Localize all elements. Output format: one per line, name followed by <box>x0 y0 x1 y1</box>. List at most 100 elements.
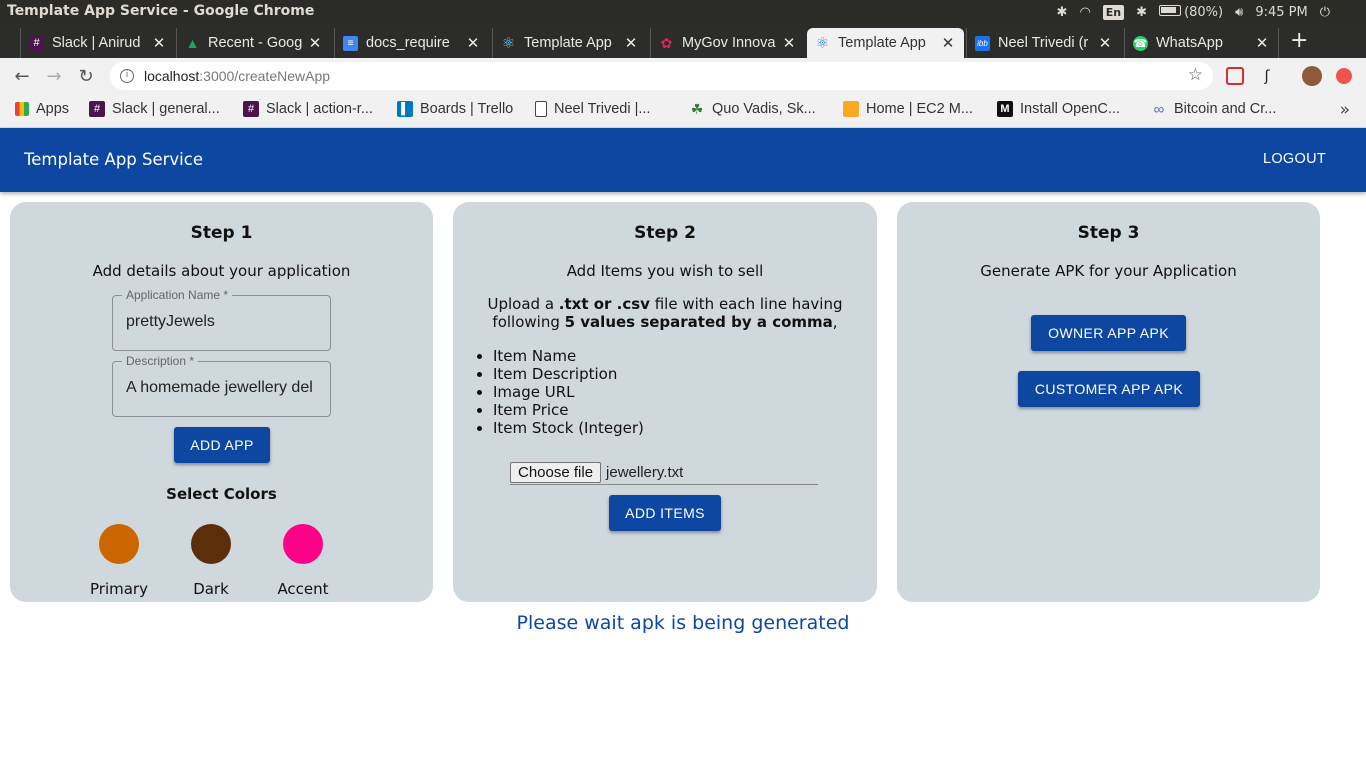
description-field[interactable]: Description * A homemade jewellery del <box>112 354 331 417</box>
battery-percentage: (80%) <box>1184 4 1224 20</box>
bookmark-trello[interactable]: ▌ Boards | Trello <box>397 101 513 117</box>
bookmark-slack-action[interactable]: # Slack | action-r... <box>243 101 373 117</box>
bookmark-ec2[interactable]: Home | EC2 M... <box>843 101 973 117</box>
choose-file-button[interactable]: Choose file <box>510 461 602 483</box>
application-name-label: Application Name * <box>122 288 233 302</box>
primary-color-label: Primary <box>90 580 148 598</box>
close-icon[interactable]: ✕ <box>305 34 325 52</box>
tab-title: Template App <box>524 35 612 51</box>
list-item: Item Description <box>493 365 644 383</box>
bookmark-label: Install OpenC... <box>1020 101 1120 117</box>
info-icon[interactable]: i <box>120 69 134 83</box>
owner-app-apk-button[interactable]: OWNER APP APK <box>1031 315 1186 351</box>
bookmark-label: Apps <box>36 101 70 117</box>
slack-icon: # <box>89 101 105 117</box>
language-indicator[interactable]: En <box>1102 4 1125 20</box>
wifi-icon[interactable]: ◠ <box>1079 5 1090 20</box>
bookmark-label: Home | EC2 M... <box>866 101 973 117</box>
os-title-bar: Template App Service - Google Chrome ✱ ◠… <box>0 0 1366 24</box>
mygov-icon: ✿ <box>660 34 673 51</box>
bookmark-slack-general[interactable]: # Slack | general... <box>89 101 220 117</box>
close-icon[interactable]: ✕ <box>938 34 958 52</box>
google-drive-icon: ▲ <box>185 35 200 51</box>
bookmark-star-icon[interactable]: ☆ <box>1188 65 1203 85</box>
aws-icon <box>843 101 859 117</box>
close-icon[interactable]: ✕ <box>1095 34 1115 52</box>
logout-button[interactable]: LOGOUT <box>1263 151 1326 167</box>
slack-icon: # <box>243 101 259 117</box>
url-text[interactable]: localhost:3000/createNewApp <box>144 68 330 84</box>
close-icon[interactable]: ✕ <box>779 34 799 52</box>
application-name-input[interactable]: prettyJewels <box>126 313 322 331</box>
extension-script-icon[interactable]: ʃ <box>1258 67 1276 85</box>
power-icon[interactable]: ⏻ <box>1320 5 1330 20</box>
avatar[interactable] <box>1302 66 1322 86</box>
add-items-button[interactable]: ADD ITEMS <box>609 495 721 531</box>
battery-indicator[interactable]: (80%) <box>1159 4 1224 20</box>
add-app-button[interactable]: ADD APP <box>174 427 270 463</box>
close-icon[interactable]: ✕ <box>149 34 169 52</box>
close-icon[interactable]: ✕ <box>621 34 641 52</box>
back-arrow-icon[interactable]: ← <box>10 64 34 88</box>
tab-google-drive[interactable]: ▲ Recent - Goog ✕ <box>176 28 331 58</box>
tab-whatsapp[interactable]: ☎ WhatsApp ✕ <box>1124 28 1279 58</box>
forward-arrow-icon[interactable]: → <box>42 64 66 88</box>
bookmark-label: Slack | general... <box>112 101 220 117</box>
extension-red-icon[interactable] <box>1226 67 1244 85</box>
status-message: Please wait apk is being generated <box>516 612 850 634</box>
page-icon <box>535 101 547 117</box>
dark-color-swatch[interactable] <box>191 524 231 564</box>
bookmark-label: Neel Trivedi |... <box>554 101 651 117</box>
bookmark-install-opencv[interactable]: M Install OpenC... <box>997 101 1120 117</box>
close-icon[interactable]: ✕ <box>463 34 483 52</box>
chevron-right-icon[interactable]: » <box>1340 100 1350 120</box>
window-title: Template App Service - Google Chrome <box>7 3 315 19</box>
list-item: Item Name <box>493 347 644 365</box>
react-icon: ⚛ <box>501 35 516 52</box>
close-icon[interactable]: ✕ <box>1252 34 1272 52</box>
bookmark-bitcoin[interactable]: ∞ Bitcoin and Cr... <box>1151 100 1277 118</box>
tab-mygov[interactable]: ✿ MyGov Innova ✕ <box>650 28 805 58</box>
new-tab-icon[interactable]: + <box>1290 28 1308 53</box>
upload-file-types: .txt or .csv <box>558 295 650 313</box>
apps-grid-icon <box>15 102 29 116</box>
primary-color-swatch[interactable] <box>99 524 139 564</box>
file-input[interactable]: Choose file jewellery.txt <box>510 460 818 485</box>
address-bar[interactable]: i localhost:3000/createNewApp ☆ <box>110 62 1213 90</box>
tab-title: Neel Trivedi (r <box>998 35 1089 51</box>
step2-title: Step 2 <box>634 223 696 243</box>
battery-icon <box>1159 4 1182 16</box>
tab-template-app-active[interactable]: ⚛ Template App ✕ <box>807 28 964 58</box>
tab-title: Template App <box>838 35 926 51</box>
bookmark-neel-trivedi[interactable]: Neel Trivedi |... <box>535 101 650 117</box>
bookmark-label: Slack | action-r... <box>266 101 373 117</box>
extension-alert-icon[interactable] <box>1336 68 1352 84</box>
bookmark-label: Bitcoin and Cr... <box>1174 101 1277 117</box>
bluetooth-icon[interactable]: ✱ <box>1057 5 1068 20</box>
clock[interactable]: 9:45 PM <box>1255 5 1307 20</box>
tab-template-app[interactable]: ⚛ Template App ✕ <box>492 28 647 58</box>
url-path: :3000/createNewApp <box>199 68 331 84</box>
list-item: Item Stock (Integer) <box>493 419 644 437</box>
item-fields-list: Item Name Item Description Image URL Ite… <box>493 347 644 437</box>
application-name-field[interactable]: Application Name * prettyJewels <box>112 288 331 351</box>
description-input[interactable]: A homemade jewellery del <box>126 379 322 397</box>
volume-icon[interactable]: 🔊︎ <box>1235 5 1243 20</box>
step2-card: Step 2 Add Items you wish to sell Upload… <box>453 202 877 602</box>
tab-neel-trivedi[interactable]: ibb Neel Trivedi (r ✕ <box>966 28 1121 58</box>
bookmark-quo-vadis[interactable]: ☘ Quo Vadis, Sk... <box>689 101 816 118</box>
tab-slack[interactable]: # Slack | Anirud ✕ <box>20 28 175 58</box>
bluetooth-icon[interactable]: ✱ <box>1136 5 1147 20</box>
upload-values-count: 5 values separated by a comma <box>564 313 833 331</box>
accent-color-swatch[interactable] <box>283 524 323 564</box>
customer-app-apk-button[interactable]: CUSTOMER APP APK <box>1018 371 1200 407</box>
selected-file-name: jewellery.txt <box>606 463 684 481</box>
tab-google-docs[interactable]: ≡ docs_require ✕ <box>334 28 489 58</box>
reload-icon[interactable]: ↻ <box>74 64 98 88</box>
bookmark-apps[interactable]: Apps <box>15 101 69 117</box>
react-icon: ⚛ <box>815 35 830 52</box>
list-item: Image URL <box>493 383 644 401</box>
url-host: localhost <box>144 68 200 84</box>
link-icon: ∞ <box>1153 100 1165 118</box>
ibb-icon: ibb <box>975 35 990 51</box>
